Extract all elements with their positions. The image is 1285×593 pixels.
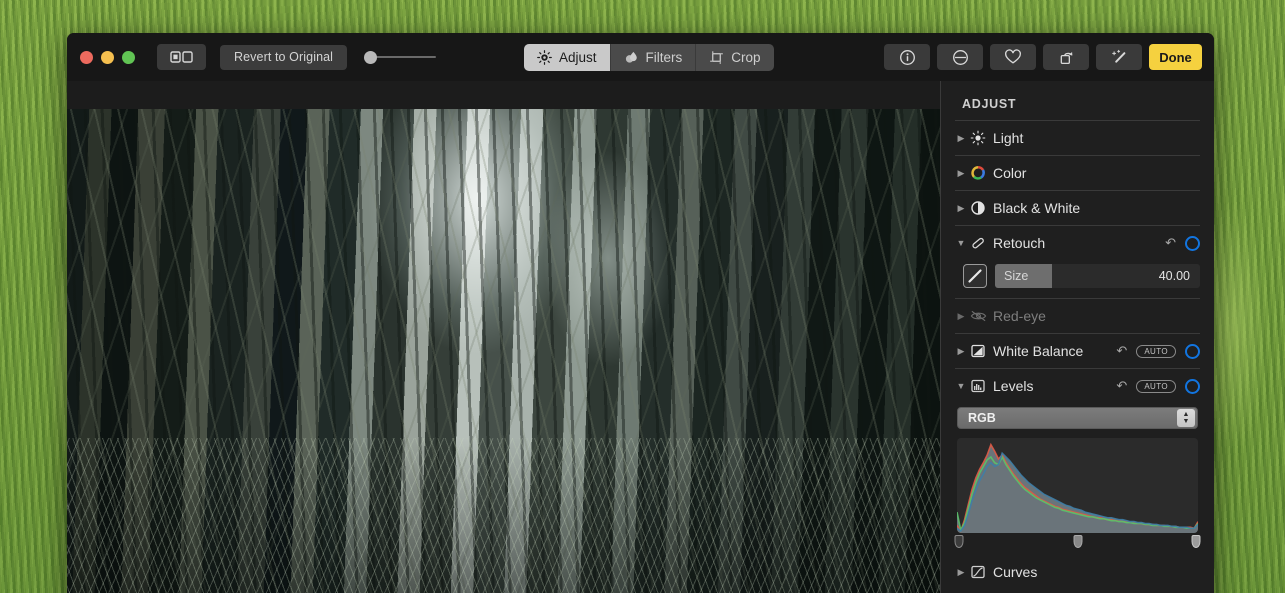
- levels-channel-select[interactable]: RGB ▲ ▼: [957, 407, 1198, 429]
- sidebar-item-label: White Balance: [993, 343, 1084, 359]
- magic-wand-icon: [1111, 49, 1125, 63]
- histogram-chart: [957, 438, 1198, 533]
- red-eye-icon: [967, 308, 989, 324]
- toggle-indicator[interactable]: [1185, 378, 1200, 394]
- filters-droplet-icon: [625, 51, 637, 63]
- sidebar-item-black-and-white[interactable]: ▶ Black & White: [955, 191, 1200, 225]
- toggle-indicator[interactable]: [1185, 343, 1200, 359]
- row-controls: ↶ AUTO: [1116, 343, 1200, 359]
- curves-icon: [967, 564, 989, 580]
- sidebar-item-label: Light: [993, 130, 1024, 146]
- sidebar-item-levels[interactable]: ▼ Levels ↶ AUTO: [955, 369, 1200, 403]
- white-balance-icon: [967, 343, 989, 359]
- info-button[interactable]: [884, 44, 930, 70]
- stepper-chevrons-icon[interactable]: ▲ ▼: [1177, 409, 1195, 427]
- revert-to-original-button[interactable]: Revert to Original: [220, 44, 348, 70]
- favorite-heart-icon: [1005, 49, 1021, 64]
- sidebar-item-label: Retouch: [993, 235, 1046, 251]
- sidebar-item-retouch[interactable]: ▼ Retouch ↶: [955, 226, 1200, 260]
- bandage-icon: [967, 235, 989, 251]
- chevron-right-icon[interactable]: ▶: [955, 203, 967, 214]
- chevron-right-icon[interactable]: ▶: [955, 567, 967, 578]
- size-slider[interactable]: Size 40.00: [995, 264, 1200, 288]
- color-wheel-icon: [967, 165, 989, 181]
- compare-original-icon: [169, 51, 193, 63]
- size-slider-label: Size: [1004, 269, 1029, 283]
- minimize-button[interactable]: [101, 50, 114, 64]
- tab-adjust-label: Adjust: [559, 50, 597, 65]
- reset-icon[interactable]: ↶: [1165, 235, 1176, 251]
- chevron-down-icon[interactable]: ▼: [955, 381, 967, 391]
- retouch-size-control: Size 40.00: [955, 260, 1200, 292]
- done-button[interactable]: Done: [1149, 44, 1202, 70]
- compare-original-button[interactable]: [157, 44, 206, 70]
- desktop-background: Revert to Original Adjust Filters Crop D…: [0, 0, 1285, 593]
- white-point-handle[interactable]: [1191, 535, 1201, 548]
- chevron-right-icon[interactable]: ▶: [955, 346, 967, 357]
- enhance-button[interactable]: [1096, 44, 1142, 70]
- tab-crop[interactable]: Crop: [696, 44, 773, 71]
- forest-photo[interactable]: [67, 109, 940, 593]
- toolbar-right-tools: Done: [884, 44, 1202, 70]
- levels-histogram[interactable]: [957, 438, 1198, 533]
- half-circle-icon: [967, 200, 989, 216]
- page-title: ADJUST: [962, 97, 1017, 111]
- row-controls: ↶ AUTO: [1116, 378, 1200, 394]
- reset-icon[interactable]: ↶: [1116, 378, 1127, 394]
- thumbnail-size-slider[interactable]: [364, 46, 437, 68]
- chevron-right-icon[interactable]: ▶: [955, 311, 967, 322]
- chevron-down-icon: ▼: [1182, 417, 1190, 425]
- photos-edit-window: Revert to Original Adjust Filters Crop D…: [67, 33, 1214, 593]
- sidebar-item-white-balance[interactable]: ▶ White Balance ↶ AUTO: [955, 334, 1200, 368]
- traffic-light-group: [80, 50, 135, 64]
- black-point-handle[interactable]: [954, 535, 964, 548]
- sidebar-item-label: Color: [993, 165, 1027, 181]
- maximize-button[interactable]: [122, 50, 135, 64]
- window-body: ADJUST ▶ Light ▶ Color ▶ Black & White ▼…: [67, 81, 1214, 593]
- tab-adjust[interactable]: Adjust: [524, 44, 611, 71]
- hide-photo-button[interactable]: [937, 44, 983, 70]
- rotate-button[interactable]: [1043, 44, 1089, 70]
- sun-icon: [967, 130, 989, 146]
- window-toolbar: Revert to Original Adjust Filters Crop D…: [67, 33, 1214, 81]
- sidebar-item-light[interactable]: ▶ Light: [955, 121, 1200, 155]
- chevron-right-icon[interactable]: ▶: [955, 168, 967, 179]
- tab-filters-label: Filters: [645, 50, 683, 65]
- levels-icon: [967, 378, 989, 394]
- photo-canvas[interactable]: [67, 81, 940, 593]
- size-slider-value: 40.00: [1158, 269, 1190, 283]
- auto-button[interactable]: AUTO: [1136, 379, 1176, 393]
- toggle-indicator[interactable]: [1185, 235, 1200, 251]
- row-controls: ↶: [1165, 235, 1200, 251]
- edit-mode-segmented-control: Adjust Filters Crop: [524, 44, 774, 71]
- info-icon: [899, 49, 915, 65]
- sidebar-item-red-eye[interactable]: ▶ Red-eye: [955, 299, 1200, 333]
- adjust-dial-icon: [537, 50, 552, 65]
- brush-stroke-icon[interactable]: [963, 264, 987, 288]
- tab-crop-label: Crop: [731, 50, 761, 65]
- mid-point-handle[interactable]: [1073, 535, 1082, 548]
- sidebar-item-label: Black & White: [993, 200, 1081, 216]
- sidebar-item-label: Red-eye: [993, 308, 1046, 324]
- adjust-sidebar: ADJUST ▶ Light ▶ Color ▶ Black & White ▼…: [940, 81, 1214, 593]
- sidebar-item-curves[interactable]: ▶ Curves: [955, 555, 1200, 589]
- crop-icon: [710, 51, 723, 64]
- reset-icon[interactable]: ↶: [1116, 343, 1127, 359]
- chevron-right-icon[interactable]: ▶: [955, 133, 967, 144]
- slider-knob[interactable]: [364, 50, 378, 64]
- rotate-icon: [1060, 51, 1072, 64]
- slider-track: [371, 56, 437, 58]
- sidebar-item-label: Levels: [993, 378, 1034, 394]
- chevron-up-icon: ▲: [1182, 410, 1190, 418]
- levels-handle-track[interactable]: [954, 535, 1201, 553]
- tab-filters[interactable]: Filters: [611, 44, 697, 71]
- no-entry-icon: [952, 49, 968, 65]
- levels-channel-value: RGB: [968, 411, 996, 425]
- favorite-button[interactable]: [990, 44, 1036, 70]
- auto-button[interactable]: AUTO: [1136, 344, 1176, 358]
- close-button[interactable]: [80, 50, 93, 64]
- chevron-down-icon[interactable]: ▼: [955, 238, 967, 248]
- sidebar-item-label: Curves: [993, 564, 1038, 580]
- sidebar-item-color[interactable]: ▶ Color: [955, 156, 1200, 190]
